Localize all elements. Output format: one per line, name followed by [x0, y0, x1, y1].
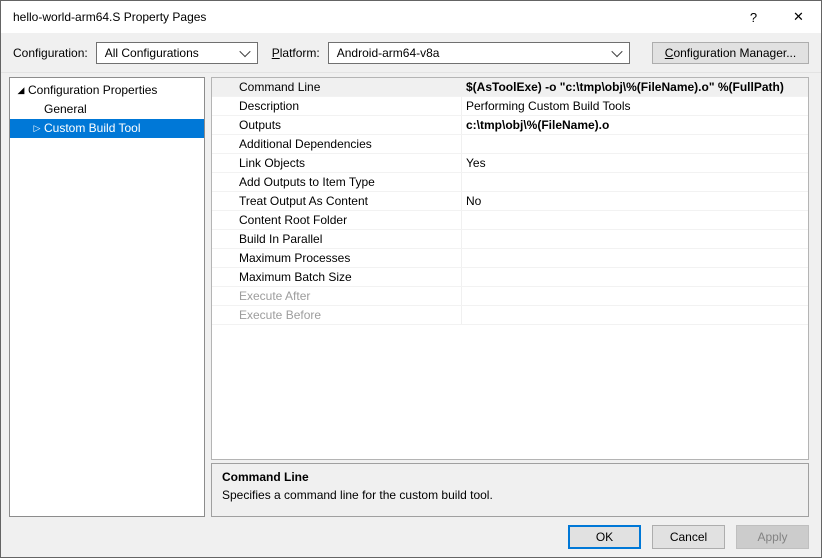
- footer: OK Cancel Apply: [568, 525, 809, 549]
- property-name: Execute Before: [212, 306, 462, 324]
- property-value[interactable]: $(AsToolExe) -o "c:\tmp\obj\%(FileName).…: [462, 78, 808, 96]
- ok-button[interactable]: OK: [568, 525, 641, 549]
- description-title: Command Line: [222, 470, 798, 484]
- property-name: Description: [212, 97, 462, 115]
- property-row[interactable]: Link ObjectsYes: [212, 154, 808, 173]
- help-icon[interactable]: ?: [731, 2, 776, 33]
- tree-item-label: Custom Build Tool: [44, 119, 145, 138]
- property-row[interactable]: Content Root Folder: [212, 211, 808, 230]
- property-name: Build In Parallel: [212, 230, 462, 248]
- titlebar: hello-world-arm64.S Property Pages ? ✕: [1, 1, 821, 33]
- config-tree: ◢Configuration PropertiesGeneral▷Custom …: [9, 77, 205, 517]
- property-row[interactable]: Outputsc:\tmp\obj\%(FileName).o: [212, 116, 808, 135]
- configuration-select[interactable]: All Configurations: [96, 42, 258, 64]
- close-icon[interactable]: ✕: [776, 2, 821, 33]
- platform-value: Android-arm64-v8a: [337, 46, 440, 60]
- property-value[interactable]: [462, 211, 808, 229]
- property-row[interactable]: Build In Parallel: [212, 230, 808, 249]
- tree-item-general[interactable]: General: [10, 100, 204, 119]
- property-value[interactable]: Yes: [462, 154, 808, 172]
- tree-item-label: Configuration Properties: [28, 81, 161, 100]
- property-row[interactable]: Execute Before: [212, 306, 808, 325]
- property-value[interactable]: [462, 249, 808, 267]
- property-row[interactable]: Command Line$(AsToolExe) -o "c:\tmp\obj\…: [212, 78, 808, 97]
- property-name: Outputs: [212, 116, 462, 134]
- property-row[interactable]: Maximum Batch Size: [212, 268, 808, 287]
- property-name: Add Outputs to Item Type: [212, 173, 462, 191]
- window-title: hello-world-arm64.S Property Pages: [1, 10, 731, 24]
- property-value[interactable]: [462, 135, 808, 153]
- property-row[interactable]: Maximum Processes: [212, 249, 808, 268]
- property-name: Maximum Batch Size: [212, 268, 462, 286]
- property-row[interactable]: Add Outputs to Item Type: [212, 173, 808, 192]
- property-value[interactable]: [462, 230, 808, 248]
- property-row[interactable]: Additional Dependencies: [212, 135, 808, 154]
- property-grid: Command Line$(AsToolExe) -o "c:\tmp\obj\…: [211, 77, 809, 460]
- property-name: Treat Output As Content: [212, 192, 462, 210]
- property-row[interactable]: DescriptionPerforming Custom Build Tools: [212, 97, 808, 116]
- property-row[interactable]: Treat Output As ContentNo: [212, 192, 808, 211]
- tree-collapsed-icon[interactable]: ▷: [30, 119, 44, 138]
- property-pages-dialog: hello-world-arm64.S Property Pages ? ✕ C…: [0, 0, 822, 558]
- tree-expanded-icon[interactable]: ◢: [14, 81, 28, 100]
- tree-item-custom-build-tool[interactable]: ▷Custom Build Tool: [10, 119, 204, 138]
- property-name: Command Line: [212, 78, 462, 96]
- chevron-down-icon: [611, 45, 622, 56]
- configuration-label: Configuration:: [13, 46, 88, 60]
- apply-button[interactable]: Apply: [736, 525, 809, 549]
- main-panel: Command Line$(AsToolExe) -o "c:\tmp\obj\…: [211, 77, 809, 517]
- property-value[interactable]: No: [462, 192, 808, 210]
- platform-label: Platform:: [272, 46, 320, 60]
- property-value[interactable]: [462, 306, 808, 324]
- cancel-button[interactable]: Cancel: [652, 525, 725, 549]
- property-value[interactable]: [462, 287, 808, 305]
- configuration-manager-button[interactable]: Configuration Manager...: [652, 42, 809, 64]
- platform-select[interactable]: Android-arm64-v8a: [328, 42, 630, 64]
- property-value[interactable]: c:\tmp\obj\%(FileName).o: [462, 116, 808, 134]
- property-value[interactable]: [462, 268, 808, 286]
- description-panel: Command Line Specifies a command line fo…: [211, 463, 809, 517]
- description-text: Specifies a command line for the custom …: [222, 488, 798, 502]
- property-name: Additional Dependencies: [212, 135, 462, 153]
- property-value[interactable]: Performing Custom Build Tools: [462, 97, 808, 115]
- property-name: Maximum Processes: [212, 249, 462, 267]
- property-name: Execute After: [212, 287, 462, 305]
- property-row[interactable]: Execute After: [212, 287, 808, 306]
- tree-item-label: General: [44, 100, 91, 119]
- tree-item-configuration-properties[interactable]: ◢Configuration Properties: [10, 81, 204, 100]
- configuration-toolbar: Configuration: All Configurations Platfo…: [1, 33, 821, 73]
- configuration-value: All Configurations: [105, 46, 199, 60]
- property-value[interactable]: [462, 173, 808, 191]
- property-name: Content Root Folder: [212, 211, 462, 229]
- chevron-down-icon: [239, 45, 250, 56]
- property-name: Link Objects: [212, 154, 462, 172]
